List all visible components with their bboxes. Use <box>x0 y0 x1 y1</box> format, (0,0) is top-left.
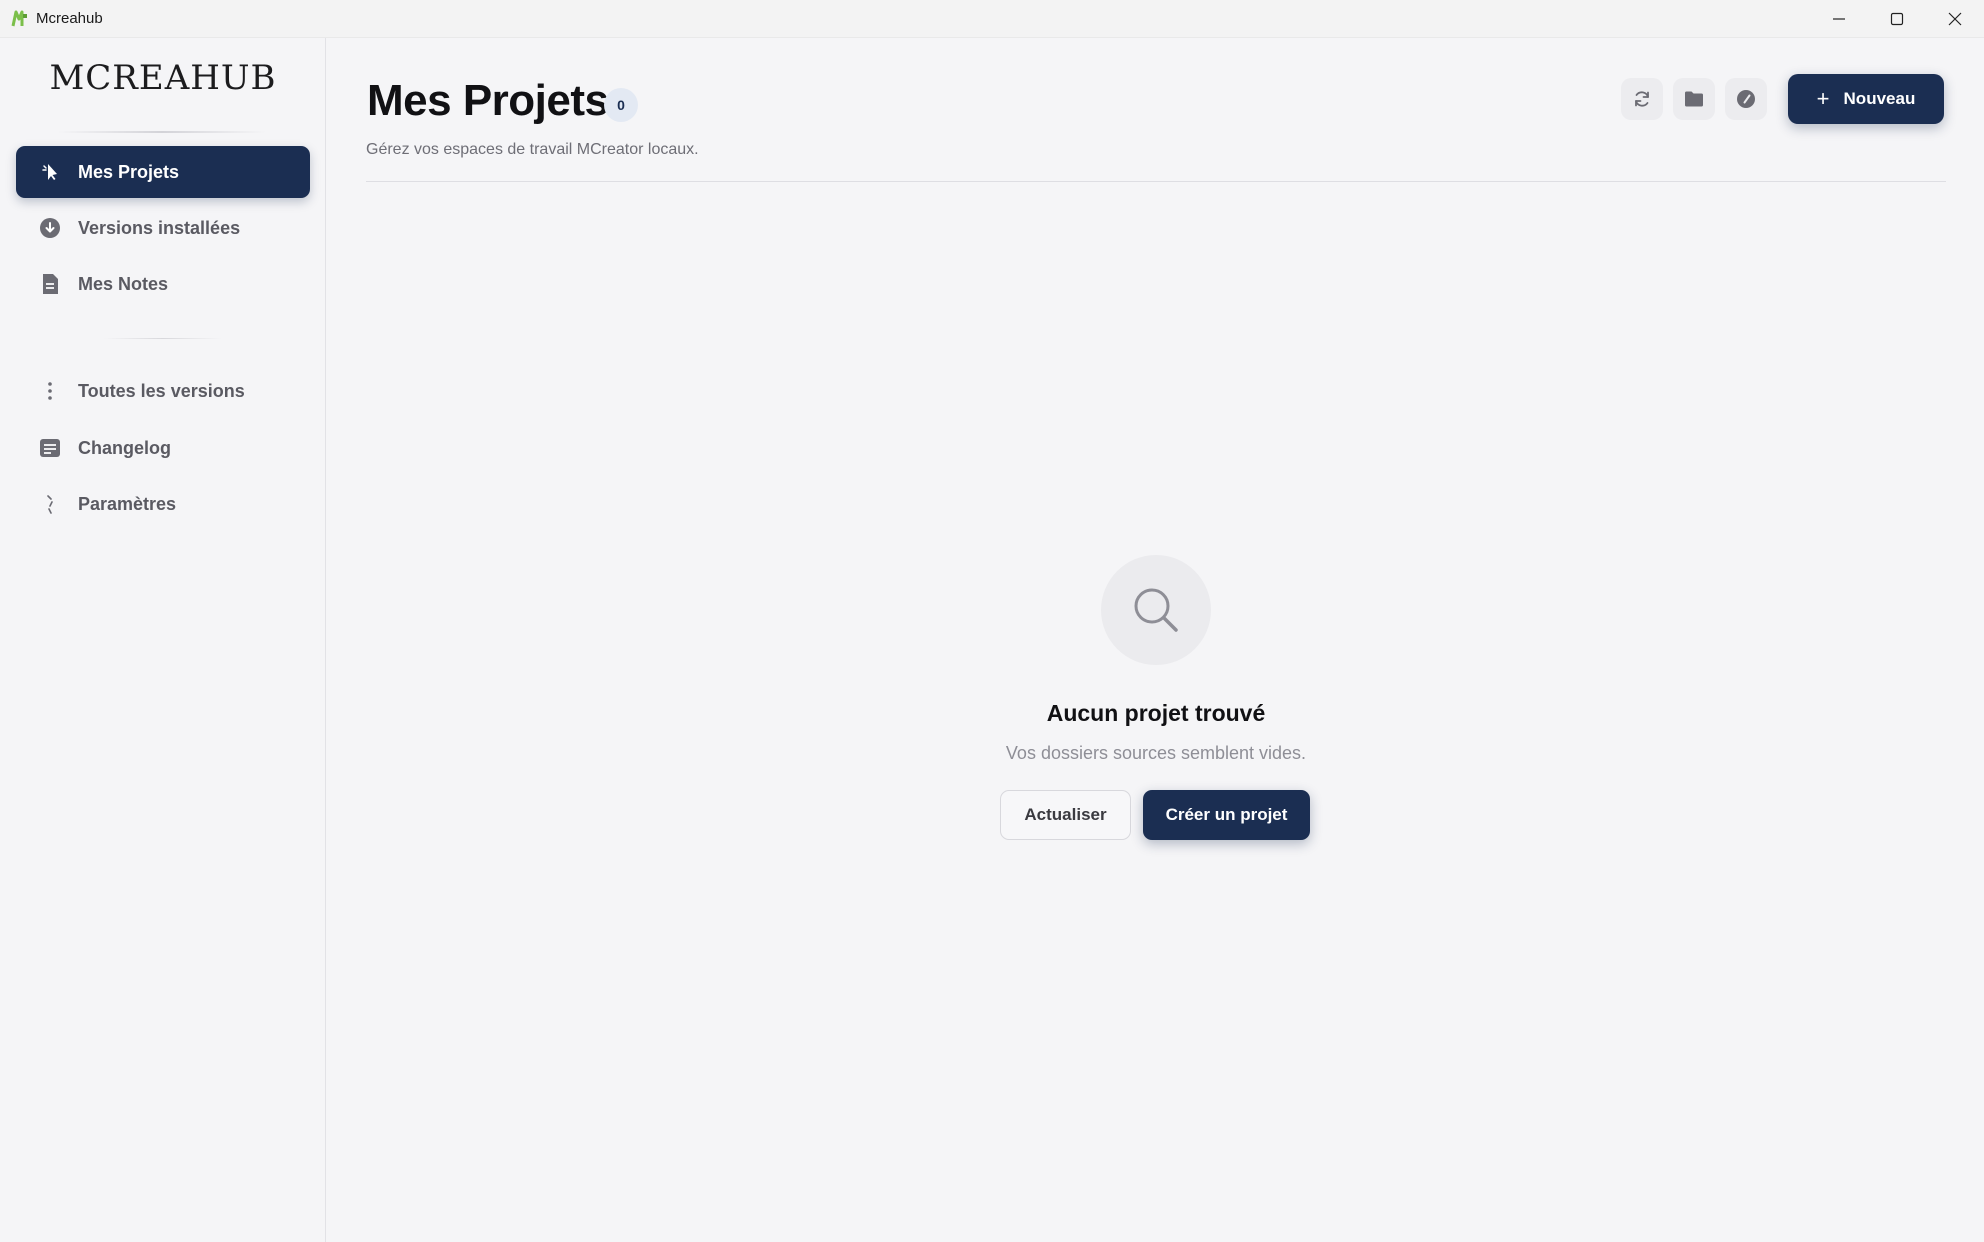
sidebar-item-label: Toutes les versions <box>78 380 245 401</box>
window-title: Mcreahub <box>36 10 103 27</box>
new-project-button[interactable]: + Nouveau <box>1788 74 1944 124</box>
title-bar: Mcreahub <box>0 0 1984 38</box>
sidebar-item-mes-projets[interactable]: Mes Projets <box>16 146 310 198</box>
page-subtitle: Gérez vos espaces de travail MCreator lo… <box>366 141 699 158</box>
refresh-button[interactable] <box>1621 78 1663 120</box>
sidebar-item-label: Versions installées <box>78 217 241 238</box>
header-divider <box>366 181 1946 182</box>
brand-logo: MCREAHUB <box>49 58 277 98</box>
empty-state-title: Aucun projet trouvé <box>1046 700 1266 726</box>
refresh-icon <box>1635 91 1649 107</box>
more-vertical-icon <box>38 379 62 403</box>
brand-divider <box>58 131 266 133</box>
sidebar-item-parametres[interactable]: Paramètres <box>16 478 310 530</box>
sidebar-item-changelog[interactable]: Changelog <box>16 422 310 474</box>
sidebar-item-versions-installees[interactable]: Versions installées <box>16 202 310 254</box>
list-icon <box>38 436 62 460</box>
explore-button[interactable] <box>1725 78 1767 120</box>
minimize-icon <box>1833 18 1845 20</box>
open-folder-button[interactable] <box>1673 78 1715 120</box>
search-icon <box>1134 588 1178 632</box>
create-project-button[interactable]: Créer un projet <box>1143 790 1310 840</box>
empty-state-subtitle: Vos dossiers sources semblent vides. <box>1005 743 1307 763</box>
sidebar-item-label: Mes Projets <box>78 161 180 182</box>
plus-icon: + <box>1816 86 1830 111</box>
sidebar-item-mes-notes[interactable]: Mes Notes <box>16 258 310 310</box>
cursor-icon <box>38 160 62 184</box>
folder-icon <box>1685 91 1703 107</box>
close-button[interactable] <box>1926 0 1984 38</box>
sidebar-item-label: Changelog <box>78 437 171 458</box>
empty-state-illustration <box>1101 555 1211 665</box>
note-icon <box>38 272 62 296</box>
sidebar-divider <box>104 338 222 339</box>
sidebar-item-label: Paramètres <box>78 493 177 514</box>
sidebar-item-toutes-les-versions[interactable]: Toutes les versions <box>16 365 310 417</box>
compass-icon <box>1737 90 1755 108</box>
page-title: Mes Projets <box>367 76 609 125</box>
sidebar-item-label: Mes Notes <box>78 273 169 294</box>
settings-icon <box>38 492 62 516</box>
download-circle-icon <box>38 216 62 240</box>
minimize-button[interactable] <box>1810 0 1868 38</box>
app-logo-icon <box>10 9 30 29</box>
new-project-label: Nouveau <box>1843 89 1916 108</box>
main-content: Mes Projets 0 Gérez vos espaces de trava… <box>327 38 1984 1242</box>
close-icon <box>1948 12 1962 26</box>
sidebar: MCREAHUB Mes Projets Versions installées… <box>0 38 326 1242</box>
project-count-badge: 0 <box>604 88 638 122</box>
refresh-projects-button[interactable]: Actualiser <box>1000 790 1131 840</box>
maximize-button[interactable] <box>1868 0 1926 38</box>
maximize-icon <box>1890 12 1904 26</box>
